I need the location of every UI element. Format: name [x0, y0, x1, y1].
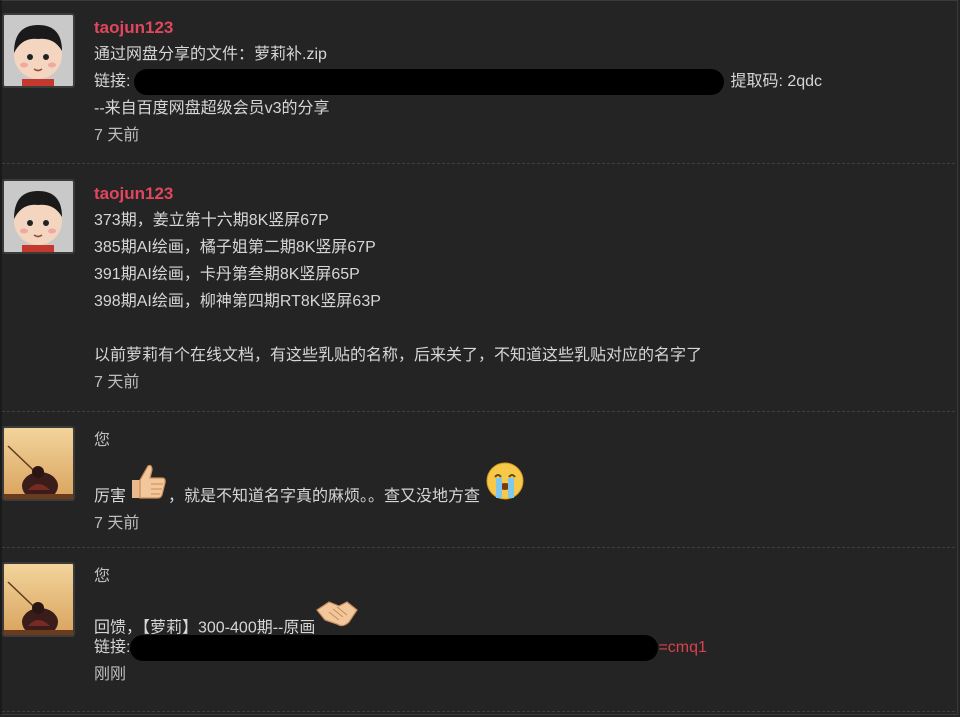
samurai-avatar-icon: [4, 428, 73, 499]
divider: [2, 711, 957, 712]
cartoon-boy-avatar-icon: [4, 15, 73, 86]
divider: [2, 547, 957, 548]
divider: [2, 411, 957, 412]
username[interactable]: taojun123: [94, 14, 822, 41]
share-link-line: 链接: =cmq1: [94, 634, 707, 661]
crying-face-icon: [484, 460, 526, 518]
username[interactable]: 您: [94, 427, 526, 454]
timestamp: 7 天前: [94, 127, 140, 144]
avatar[interactable]: [2, 562, 75, 637]
link-label: 链接:: [94, 73, 131, 90]
comment-text: ，就是不知道名字真的麻烦。。查又没地方查: [168, 488, 481, 506]
comment-text-line: 以前萝莉有个在线文档，有这些乳贴的名称，后来关了，不知道这些乳贴对应的名字了: [94, 347, 703, 364]
comment-text-line: 391期AI绘画，卡丹第叁期8K竖屏65P: [94, 266, 360, 283]
comment-text-line: 385期AI绘画，橘子姐第二期8K竖屏67P: [94, 239, 376, 256]
comment-text-line: [94, 315, 702, 342]
comment-text-line: 通过网盘分享的文件：萝莉补.zip: [94, 46, 327, 63]
timestamp: 刚刚: [94, 666, 127, 683]
comment-text: 厉害: [94, 488, 127, 506]
link-label: 链接:: [94, 639, 131, 656]
comment-text-line: 373期，姜立第十六期8K竖屏67P: [94, 212, 329, 229]
comment-text-line: 398期AI绘画，柳神第四期RT8K竖屏63P: [94, 293, 381, 310]
comment-text-line: 回馈，【萝莉】300-400期--原画: [94, 601, 707, 637]
handshake-icon: [315, 594, 359, 643]
comment-text-line: 厉害 ，就是不知道名字真的麻烦。。查又没地方查: [94, 462, 526, 508]
avatar[interactable]: [2, 179, 75, 254]
comment-text-line: --来自百度网盘超级会员v3的分享: [94, 100, 330, 117]
username[interactable]: taojun123: [94, 180, 702, 207]
extraction-code: 提取码: 2qdc: [730, 73, 823, 90]
samurai-avatar-icon: [4, 564, 73, 635]
cartoon-boy-avatar-icon: [4, 181, 73, 252]
avatar[interactable]: [2, 13, 75, 88]
link-tail[interactable]: =cmq1: [658, 639, 706, 656]
thumbs-up-icon: [126, 460, 168, 518]
timestamp: 7 天前: [94, 374, 140, 391]
divider: [2, 163, 957, 164]
avatar[interactable]: [2, 426, 75, 501]
username[interactable]: 您: [94, 563, 707, 590]
redacted-link: [134, 68, 725, 95]
comment-thread: taojun123 通过网盘分享的文件：萝莉补.zip 链接: 提取码: 2qdc…: [0, 0, 958, 715]
share-link-line: 链接: 提取码: 2qdc: [94, 68, 822, 95]
redacted-link: [130, 634, 659, 661]
